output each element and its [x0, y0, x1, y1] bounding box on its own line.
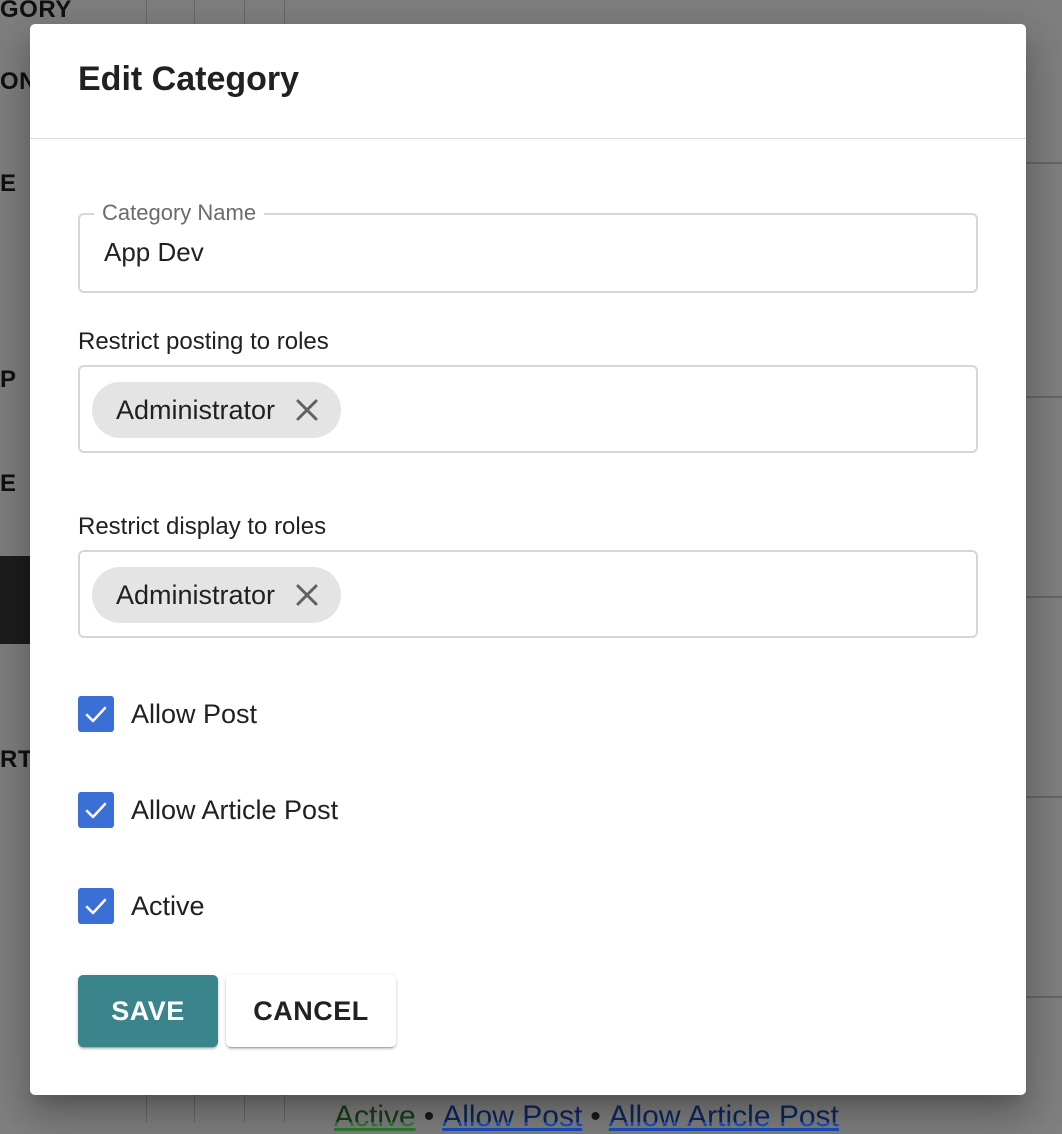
edit-category-dialog: Edit Category Category Name Restrict pos…: [30, 24, 1026, 1095]
checkbox[interactable]: [78, 792, 114, 828]
allow-article-post-checkbox[interactable]: Allow Article Post: [78, 792, 338, 828]
allow-post-checkbox[interactable]: Allow Post: [78, 696, 257, 732]
chip-label: Administrator: [116, 394, 276, 425]
save-button[interactable]: SAVE: [78, 975, 218, 1047]
category-name-label: Category Name: [94, 199, 265, 227]
checkmark-icon: [85, 802, 107, 819]
checkbox-label: Allow Post: [131, 698, 258, 729]
role-chip: Administrator: [92, 382, 342, 438]
close-icon[interactable]: [291, 394, 323, 426]
display-roles-select[interactable]: Administrator: [78, 550, 978, 638]
posting-roles-select[interactable]: Administrator: [78, 365, 978, 453]
dialog-title: Edit Category: [78, 60, 300, 98]
checkmark-icon: [85, 898, 107, 915]
checkmark-icon: [85, 706, 107, 723]
active-checkbox[interactable]: Active: [78, 888, 205, 924]
checkbox-label: Allow Article Post: [131, 794, 339, 825]
category-name-input[interactable]: [104, 237, 944, 268]
role-chip: Administrator: [92, 567, 342, 623]
checkbox[interactable]: [78, 696, 114, 732]
close-icon[interactable]: [291, 579, 323, 611]
checkbox[interactable]: [78, 888, 114, 924]
restrict-display-label: Restrict display to roles: [78, 513, 327, 540]
chip-label: Administrator: [116, 579, 276, 610]
category-name-field[interactable]: Category Name: [78, 199, 978, 293]
restrict-posting-label: Restrict posting to roles: [78, 328, 329, 355]
checkbox-label: Active: [131, 890, 205, 921]
dialog-header: Edit Category: [30, 24, 1026, 139]
cancel-button[interactable]: CANCEL: [226, 975, 396, 1047]
